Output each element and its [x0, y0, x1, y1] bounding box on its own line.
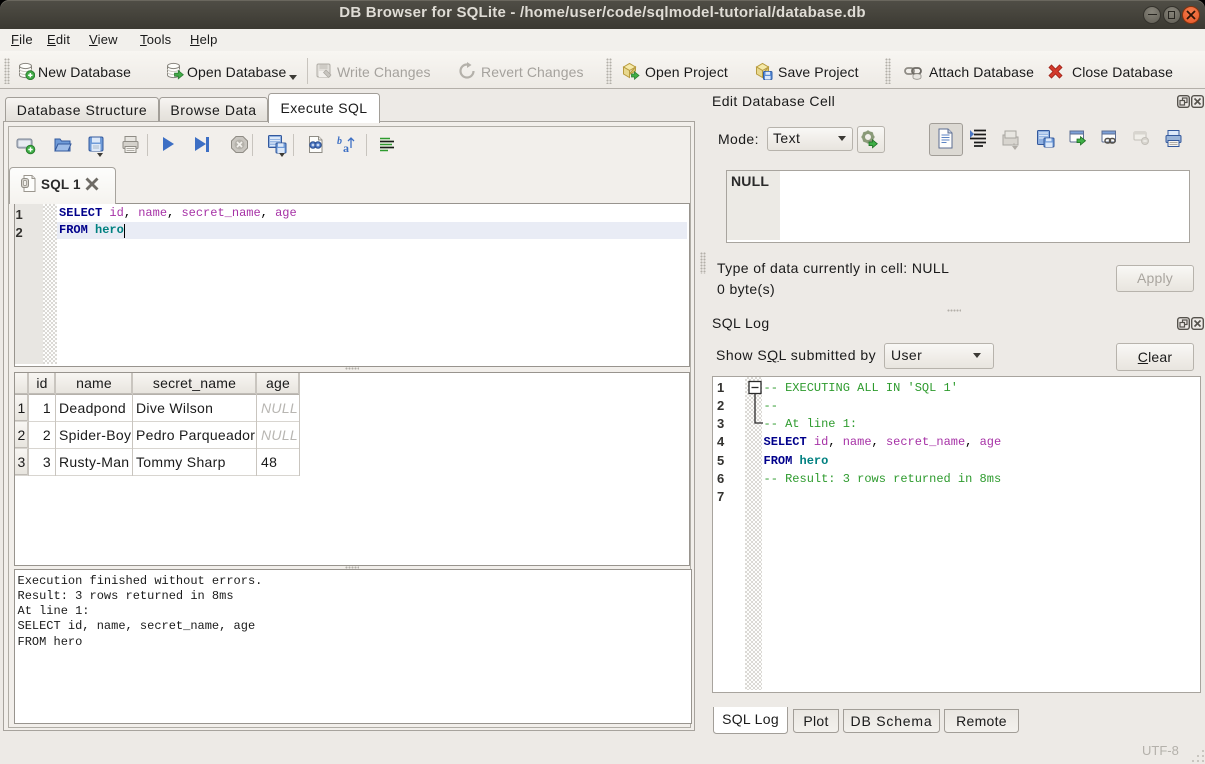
svg-text:b: b: [337, 136, 342, 147]
svg-text:a: a: [343, 141, 349, 154]
